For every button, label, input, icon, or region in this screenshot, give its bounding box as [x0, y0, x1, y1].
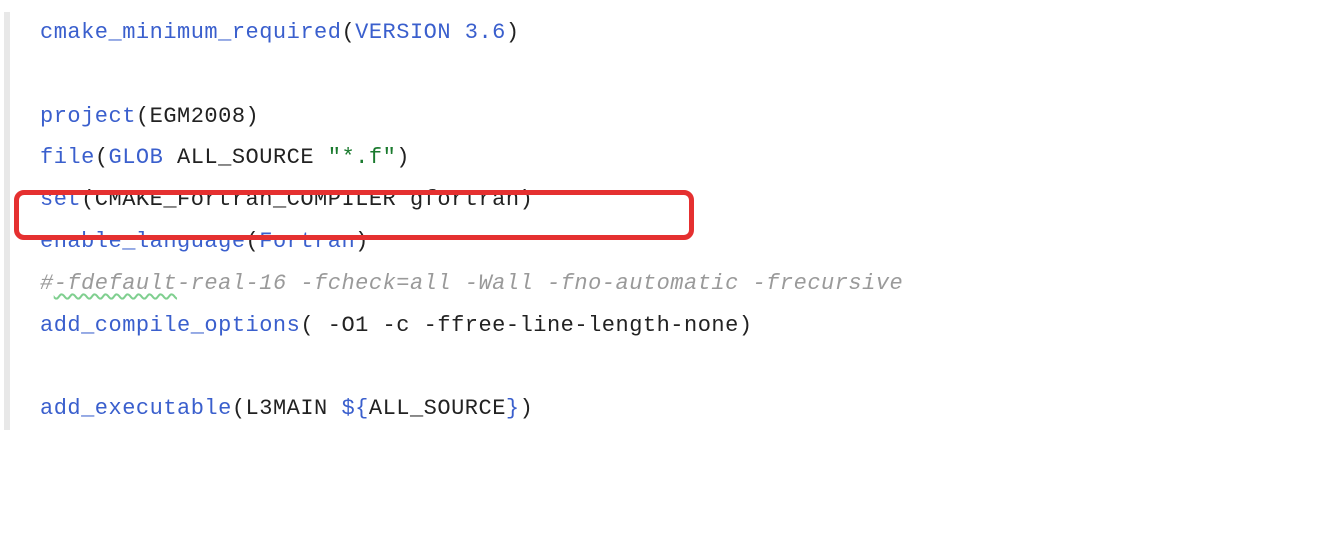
code-token: } — [506, 396, 520, 421]
code-token: # — [40, 271, 54, 296]
code-token: add_executable — [40, 396, 232, 421]
code-token: (L3MAIN — [232, 396, 342, 421]
code-token: ( — [246, 229, 260, 254]
code-line: #-fdefault-real-16 -fcheck=all -Wall -fn… — [40, 263, 1335, 305]
code-token: ${ — [341, 396, 368, 421]
code-line: add_executable(L3MAIN ${ALL_SOURCE}) — [40, 388, 1335, 430]
code-token: ( -O1 -c -ffree-line-length-none) — [300, 313, 752, 338]
code-token: ( — [341, 20, 355, 45]
code-token: -fdefault — [54, 271, 177, 296]
code-line: file(GLOB ALL_SOURCE "*.f") — [40, 137, 1335, 179]
code-line: set(CMAKE_Fortran_COMPILER gfortran) — [40, 179, 1335, 221]
code-token: (CMAKE_Fortran_COMPILER gfortran) — [81, 187, 533, 212]
code-token: -real-16 -fcheck=all -Wall -fno-automati… — [177, 271, 903, 296]
code-token: GLOB — [109, 145, 178, 170]
code-line: project(EGM2008) — [40, 96, 1335, 138]
code-line: add_compile_options( -O1 -c -ffree-line-… — [40, 305, 1335, 347]
code-token: "*.f" — [328, 145, 397, 170]
code-token: cmake_minimum_required — [40, 20, 341, 45]
code-token: 3.6 — [465, 20, 506, 45]
code-token: ) — [506, 20, 520, 45]
code-token: ) — [520, 396, 534, 421]
code-token: ALL_SOURCE — [369, 396, 506, 421]
code-token: project — [40, 104, 136, 129]
code-token: ALL_SOURCE — [177, 145, 328, 170]
code-token: ) — [355, 229, 369, 254]
code-token: Fortran — [259, 229, 355, 254]
code-line: enable_language(Fortran) — [40, 221, 1335, 263]
code-line — [40, 54, 1335, 96]
code-token: enable_language — [40, 229, 246, 254]
code-block: cmake_minimum_required(VERSION 3.6)proje… — [4, 12, 1335, 430]
code-token: VERSION — [355, 20, 465, 45]
code-token: add_compile_options — [40, 313, 300, 338]
code-line — [40, 346, 1335, 388]
code-token: set — [40, 187, 81, 212]
code-token: ( — [95, 145, 109, 170]
code-token: (EGM2008) — [136, 104, 259, 129]
code-token: file — [40, 145, 95, 170]
code-token: ) — [396, 145, 410, 170]
code-line: cmake_minimum_required(VERSION 3.6) — [40, 12, 1335, 54]
